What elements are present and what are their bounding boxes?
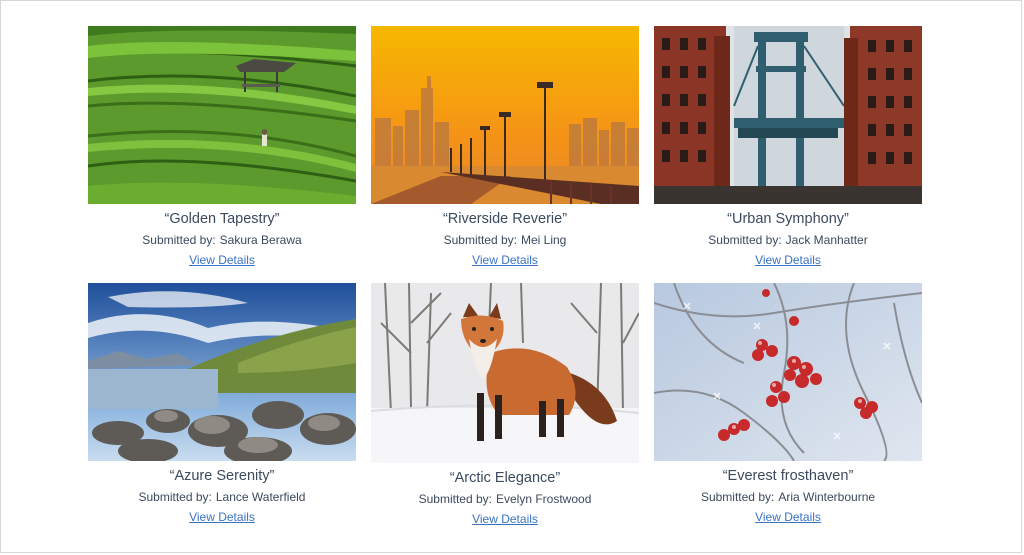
view-details-link[interactable]: View Details	[472, 511, 538, 527]
view-details-link[interactable]: View Details	[755, 509, 821, 525]
author-name: Lance Waterfield	[215, 490, 306, 504]
photo-title: “Riverside Reverie”	[442, 211, 568, 227]
frosted-berries-image[interactable]	[654, 283, 922, 461]
view-details-link[interactable]: View Details	[755, 252, 821, 268]
gallery-card: “Golden Tapestry” Submitted by: Sakura Be…	[88, 26, 356, 269]
submitted-prefix: Submitted by:	[142, 233, 216, 247]
submitted-prefix: Submitted by:	[700, 490, 775, 504]
submitted-by: Submitted by: Jack Manhatter	[654, 231, 922, 249]
gallery-card: “Urban Symphony” Submitted by: Jack Manha…	[654, 26, 922, 269]
gallery-card: “Riverside Reverie” Submitted by: Mei Lin…	[371, 26, 639, 269]
fox-in-snow-image[interactable]	[371, 283, 639, 463]
gallery-card: “Everest frosthaven” Submitted by: Aria W…	[654, 283, 922, 526]
rocky-coast-image[interactable]	[88, 283, 356, 461]
photo-title: “Azure Serenity”	[169, 468, 275, 484]
submitted-prefix: Submitted by:	[443, 233, 517, 247]
submitted-prefix: Submitted by:	[418, 492, 492, 506]
view-details-link[interactable]: View Details	[189, 252, 255, 268]
submitted-by: Submitted by: Mei Ling	[371, 231, 639, 249]
gallery-card: “Arctic Elegance” Submitted by: Evelyn Fr…	[371, 283, 639, 528]
author-name: Jack Manhatter	[785, 233, 868, 247]
view-details-link[interactable]: View Details	[472, 252, 538, 268]
author-name: Mei Ling	[521, 233, 567, 247]
riverside-sunset-image[interactable]	[371, 26, 639, 204]
photo-title: “Golden Tapestry”	[164, 211, 280, 227]
submitted-by: Submitted by: Aria Winterbourne	[654, 488, 922, 506]
city-bridge-image[interactable]	[654, 26, 922, 204]
rice-terraces-image[interactable]	[88, 26, 356, 204]
submitted-by: Submitted by: Sakura Berawa	[88, 231, 356, 249]
photo-title: “Everest frosthaven”	[722, 468, 854, 484]
view-details-link[interactable]: View Details	[189, 509, 255, 525]
author-name: Evelyn Frostwood	[496, 492, 592, 506]
author-name: Sakura Berawa	[219, 233, 302, 247]
photo-title: “Arctic Elegance”	[449, 470, 561, 486]
submitted-prefix: Submitted by:	[138, 490, 212, 504]
author-name: Aria Winterbourne	[778, 490, 876, 504]
submitted-by: Submitted by: Evelyn Frostwood	[371, 490, 639, 508]
gallery-card: “Azure Serenity” Submitted by: Lance Wate…	[88, 283, 356, 526]
photo-title: “Urban Symphony”	[727, 211, 849, 227]
submitted-prefix: Submitted by:	[708, 233, 782, 247]
submitted-by: Submitted by: Lance Waterfield	[88, 488, 356, 506]
